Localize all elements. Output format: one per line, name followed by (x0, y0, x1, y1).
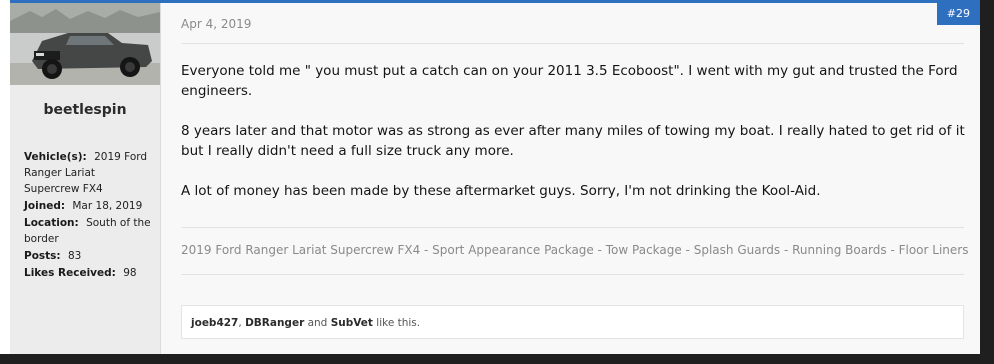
likes-separator: and (304, 317, 331, 329)
post-paragraph: Everyone told me " you must put a catch … (181, 63, 958, 99)
like-user-link[interactable]: DBRanger (245, 317, 304, 329)
user-field-vehicles: Vehicle(s): 2019 Ford Ranger Lariat Supe… (24, 149, 152, 197)
username-link[interactable]: beetlespin (10, 102, 160, 118)
likes-summary: joeb427, DBRanger and SubVet like this. (181, 305, 964, 339)
signature-divider (181, 227, 964, 228)
field-value: 83 (67, 250, 82, 262)
field-label: Location: (24, 217, 79, 229)
user-field-location: Location: South of the border (24, 215, 152, 247)
post-date[interactable]: Apr 4, 2019 (181, 17, 251, 31)
field-label: Likes Received: (24, 267, 116, 279)
field-label: Vehicle(s): (24, 151, 87, 163)
field-label: Joined: (24, 200, 66, 212)
user-field-joined: Joined: Mar 18, 2019 (24, 198, 152, 214)
right-edge-bar (980, 0, 994, 364)
user-panel: beetlespin Vehicle(s): 2019 Ford Ranger … (10, 3, 161, 354)
user-field-likes-received: Likes Received: 98 (24, 265, 152, 281)
like-user-link[interactable]: SubVet (331, 317, 373, 329)
bottom-edge-bar (0, 354, 994, 364)
like-user-link[interactable]: joeb427 (191, 317, 238, 329)
message-content: Apr 4, 2019 #29 Everyone told me " you m… (161, 3, 980, 354)
user-info: Vehicle(s): 2019 Ford Ranger Lariat Supe… (24, 149, 152, 282)
user-avatar[interactable] (10, 3, 160, 85)
post-body: Everyone told me " you must put a catch … (181, 61, 966, 221)
likes-suffix: like this. (372, 317, 421, 329)
field-value: Mar 18, 2019 (72, 200, 143, 212)
post-container: beetlespin Vehicle(s): 2019 Ford Ranger … (0, 0, 994, 364)
post-paragraph: A lot of money has been made by these af… (181, 183, 821, 199)
divider (181, 274, 964, 275)
field-label: Posts: (24, 250, 61, 262)
left-gutter (0, 0, 10, 354)
user-signature: 2019 Ford Ranger Lariat Supercrew FX4 - … (181, 243, 969, 257)
user-field-posts: Posts: 83 (24, 248, 152, 264)
field-value: 98 (123, 267, 137, 279)
divider (181, 43, 964, 44)
truck-avatar-image (10, 3, 160, 85)
post-paragraph: 8 years later and that motor was as stro… (181, 123, 965, 159)
post-number-badge[interactable]: #29 (936, 3, 980, 25)
